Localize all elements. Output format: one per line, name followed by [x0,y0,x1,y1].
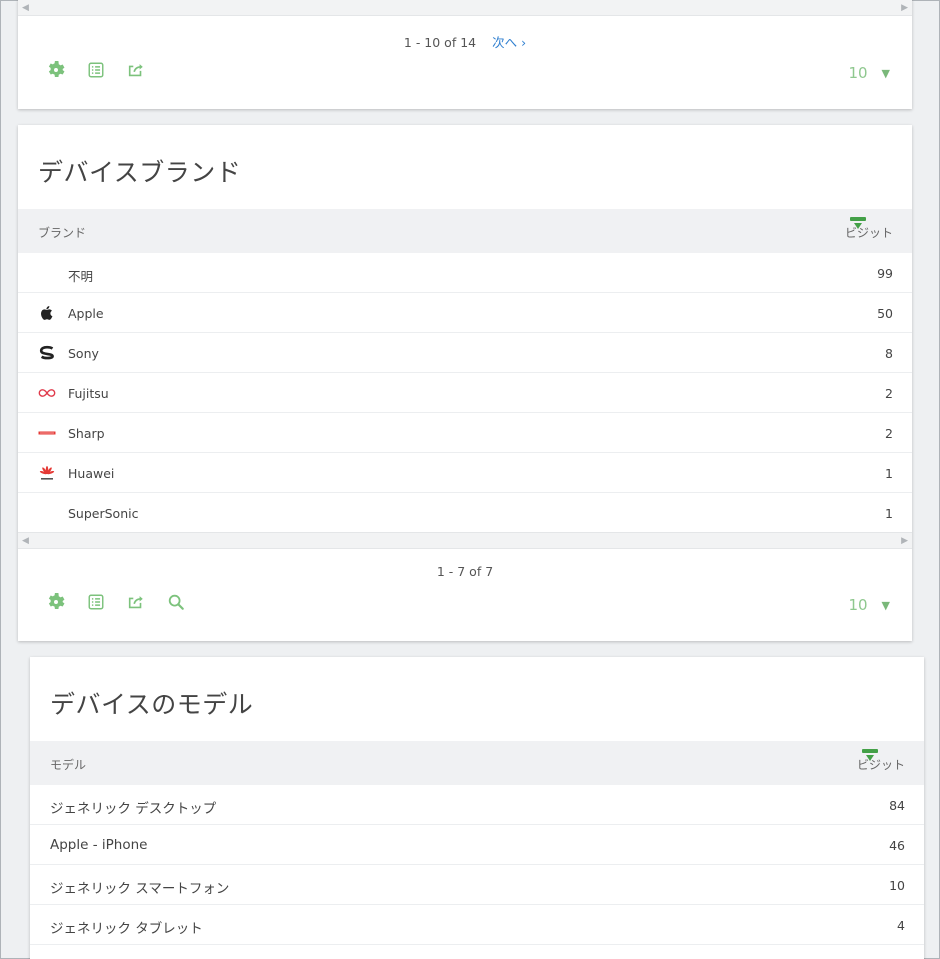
scroll-right-icon[interactable]: ▶ [901,3,908,13]
row-value: 84 [889,798,905,813]
row-label: Fujitsu [68,386,109,401]
table-icon[interactable] [86,60,106,80]
huawei-logo-icon [38,465,56,481]
table-row[interactable]: Sony 8 [18,333,912,373]
report-toolbar [46,592,186,612]
row-label: Apple - iPhone [50,837,148,853]
row-value: 8 [885,346,893,361]
pagination-range: 1 - 10 of 14 [403,35,477,50]
sharp-logo-icon [38,425,56,441]
horizontal-scrollbar[interactable]: ◀ ▶ [18,532,912,549]
table-header: モデル ビジット [30,741,924,785]
column-header-visits[interactable]: ビジット [845,224,893,241]
row-label: 不明 [68,269,94,284]
gear-icon[interactable] [46,60,66,80]
brand-table-body: 不明 99 Apple 50 Sony 8 Fujitsu 2 Sharp 2 … [18,253,912,533]
table-row[interactable]: Sharp 2 [18,413,912,453]
apple-logo-icon [38,305,56,321]
row-limit-selector[interactable]: 10 ▼ [848,596,890,614]
table-row[interactable]: ジェネリック スマートフォン 10 [30,865,924,905]
card-title: デバイスのモデル [50,690,254,719]
row-limit-value: 10 [848,596,868,614]
pagination: 1 - 7 of 7 [18,564,912,579]
scroll-right-icon[interactable]: ▶ [901,536,908,546]
table-row[interactable]: Huawei 1 [18,453,912,493]
table-header: ブランド ビジット [18,209,912,253]
row-value: 4 [897,918,905,933]
device-model-card: デバイスのモデル モデル ビジット ジェネリック デスクトップ 84 Apple… [30,657,924,959]
table-row[interactable]: 不明 99 [18,253,912,293]
table-icon[interactable] [86,592,106,612]
row-value: 10 [889,878,905,893]
table-row[interactable]: Fujitsu 2 [18,373,912,413]
export-icon[interactable] [126,60,146,80]
table-row[interactable]: ジェネリック タブレット 4 [30,905,924,945]
row-label: ジェネリック スマートフォン [50,881,230,897]
scroll-left-icon[interactable]: ◀ [22,536,29,546]
report-toolbar [46,60,146,80]
table-row[interactable]: ジェネリック デスクトップ 84 [30,785,924,825]
row-label: Apple [68,306,104,321]
column-header-visits[interactable]: ビジット [857,756,905,773]
table-row[interactable]: SuperSonic 1 [18,493,912,533]
card-title: デバイスブランド [38,158,242,187]
fujitsu-logo-icon [38,385,56,401]
row-value: 46 [889,838,905,853]
row-limit-value: 10 [848,64,868,82]
caret-down-icon: ▼ [881,66,890,80]
row-label: SuperSonic [68,506,139,521]
search-icon[interactable] [166,592,186,612]
row-label: Sharp [68,426,105,441]
pagination-range: 1 - 7 of 7 [436,564,494,579]
sony-logo-icon [38,345,56,361]
model-table-body: ジェネリック デスクトップ 84 Apple - iPhone 46 ジェネリッ… [30,785,924,945]
row-label: ジェネリック デスクトップ [50,801,217,817]
table-row[interactable]: Apple - iPhone 46 [30,825,924,865]
gear-icon[interactable] [46,592,66,612]
horizontal-scrollbar[interactable]: ◀ ▶ [18,0,912,16]
table-row[interactable]: Apple 50 [18,293,912,333]
row-label: ジェネリック タブレット [50,921,203,937]
previous-report-card: ◀ ▶ 1 - 10 of 14 次へ › 10 ▼ [18,0,912,109]
device-brand-card: デバイスブランド ブランド ビジット 不明 99 Apple 50 Sony 8 [18,125,912,641]
row-value: 50 [877,306,893,321]
caret-down-icon: ▼ [881,598,890,612]
row-value: 2 [885,386,893,401]
column-header-brand[interactable]: ブランド [38,224,86,241]
column-header-model[interactable]: モデル [50,756,86,773]
next-page-link[interactable]: 次へ › [492,35,526,50]
row-label: Sony [68,346,99,361]
row-value: 1 [885,466,893,481]
row-label: Huawei [68,466,115,481]
scroll-left-icon[interactable]: ◀ [22,3,29,13]
row-value: 1 [885,506,893,521]
row-value: 99 [877,266,893,281]
row-limit-selector[interactable]: 10 ▼ [848,64,890,82]
row-value: 2 [885,426,893,441]
export-icon[interactable] [126,592,146,612]
pagination: 1 - 10 of 14 次へ › [18,32,912,51]
